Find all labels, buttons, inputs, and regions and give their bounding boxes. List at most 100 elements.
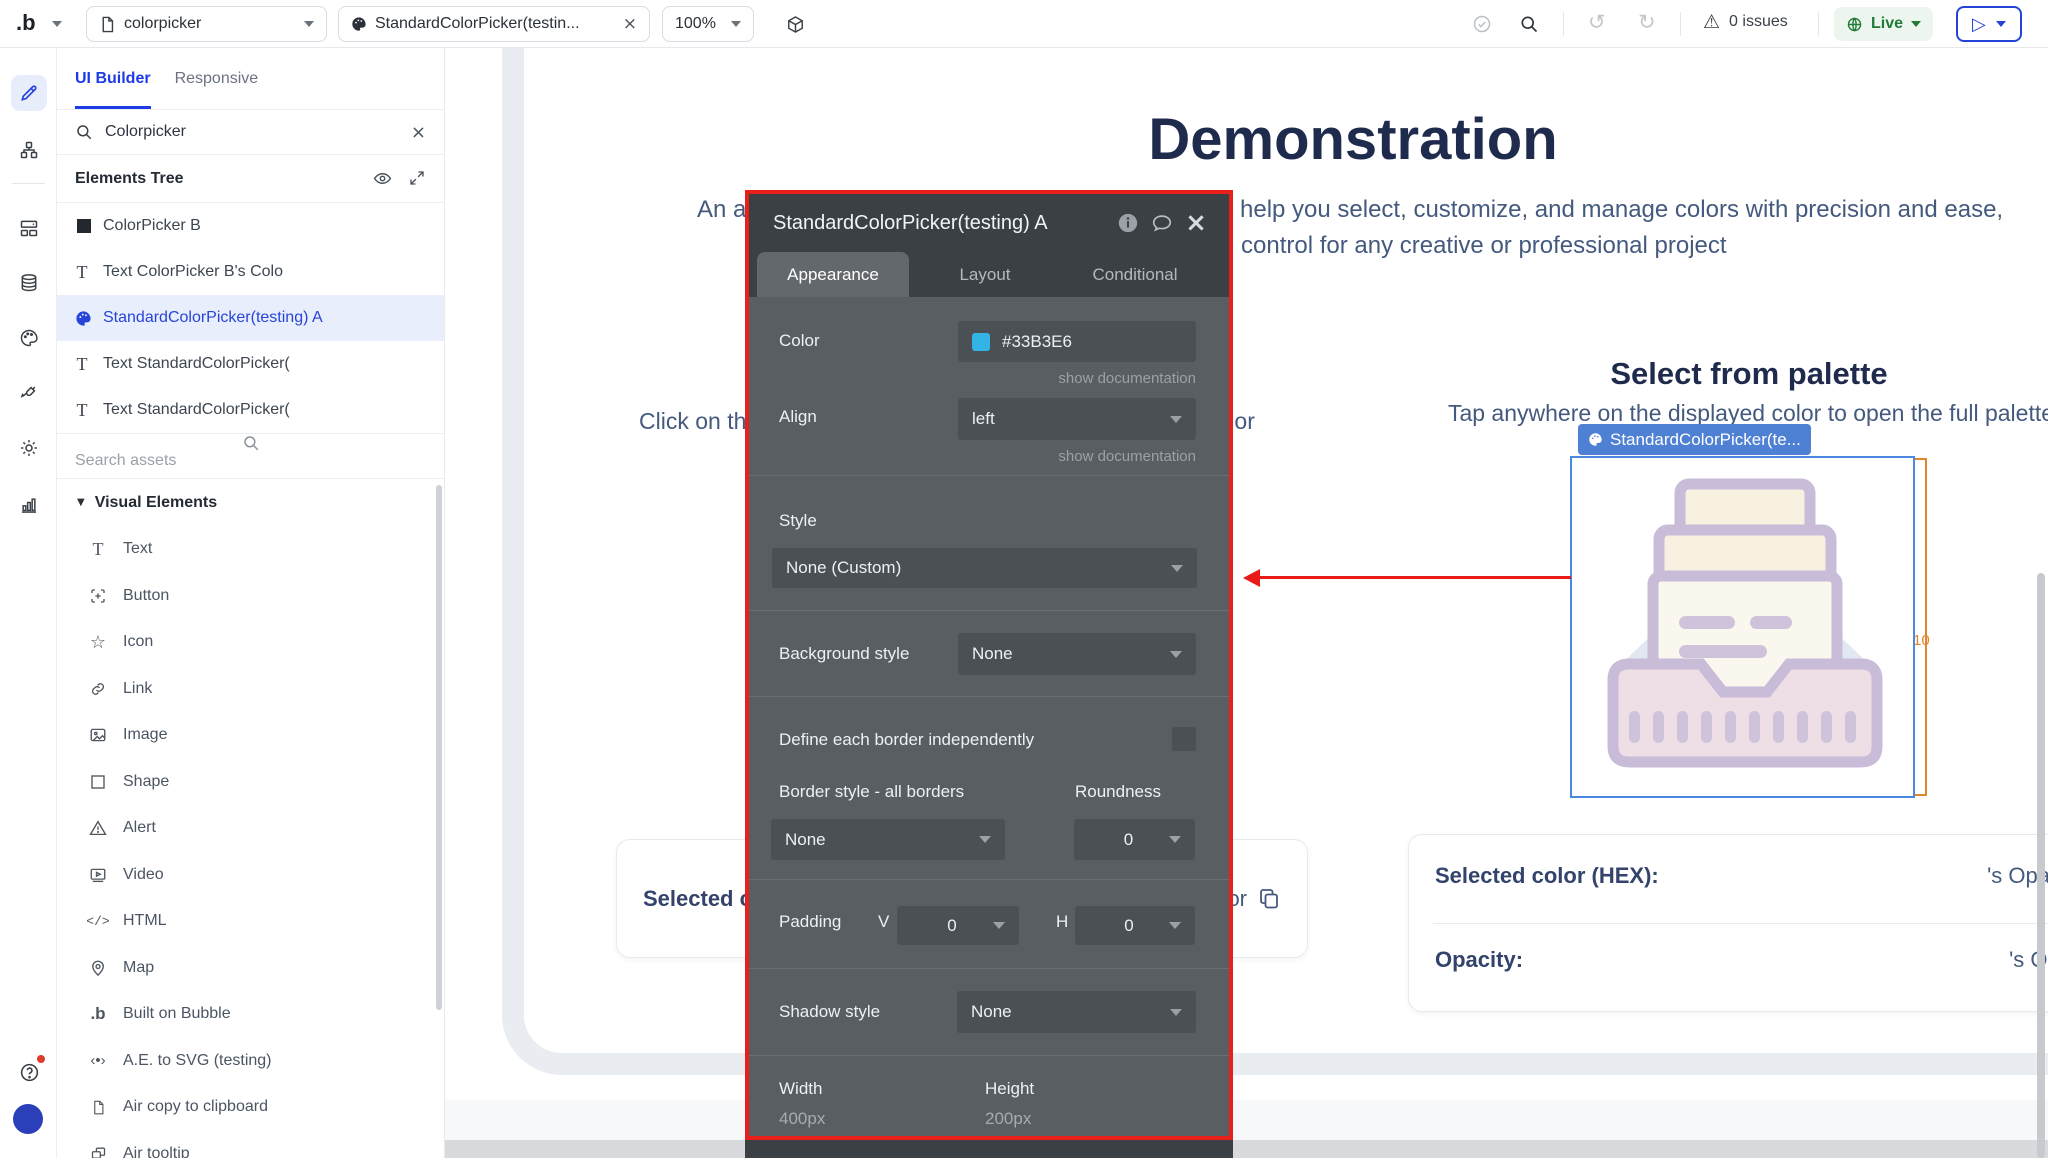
live-button[interactable]: Live (1834, 7, 1933, 41)
video-icon (87, 866, 109, 884)
palette-item-shape[interactable]: Shape (57, 759, 444, 806)
code-icon: </> (87, 914, 109, 929)
canvas-gutter (445, 1100, 2048, 1140)
settings-tab-icon[interactable] (11, 430, 47, 466)
help-icon[interactable] (11, 1054, 47, 1090)
tree-item[interactable]: T Text StandardColorPicker( (57, 341, 444, 387)
chevron-down-icon (1996, 21, 2006, 27)
annotation-arrow-head (1243, 569, 1260, 587)
divider (749, 475, 1229, 476)
play-icon: ▷ (1972, 14, 1986, 35)
copy-icon[interactable] (1257, 887, 1281, 911)
plugins-tab-icon[interactable] (11, 375, 47, 411)
component-cube-icon[interactable] (786, 15, 805, 34)
background-style-dropdown[interactable]: None (958, 633, 1196, 675)
button-icon (87, 587, 109, 605)
border-style-dropdown[interactable]: None (771, 819, 1005, 860)
info-icon[interactable] (1111, 206, 1145, 240)
selected-color-label-fragment: Selected c (643, 886, 752, 912)
canvas-scrollbar[interactable] (2037, 573, 2045, 1158)
map-pin-icon (87, 959, 109, 977)
redo-icon[interactable]: ↻ (1638, 10, 1656, 34)
element-search[interactable]: Colorpicker × (57, 110, 444, 155)
roundness-dropdown[interactable]: 0 (1074, 819, 1195, 860)
padding-h-dropdown[interactable]: 0 (1075, 906, 1195, 945)
shadow-style-dropdown[interactable]: None (957, 991, 1196, 1033)
show-documentation-link[interactable]: show documentation (958, 448, 1196, 465)
logo-chevron-icon[interactable] (52, 21, 62, 27)
style-dropdown[interactable]: None (Custom) (772, 548, 1197, 588)
padding-v-dropdown[interactable]: 0 (897, 906, 1019, 945)
assets-search[interactable]: Search assets (57, 433, 444, 479)
zoom-value: 100% (675, 15, 716, 33)
left-card-title-fragment: Click on th (639, 408, 746, 435)
tab-responsive[interactable]: Responsive (175, 48, 259, 109)
visual-elements-header[interactable]: ▼ Visual Elements (57, 479, 444, 526)
palette-item-ae-to-svg[interactable]: ‹•› A.E. to SVG (testing) (57, 1038, 444, 1085)
styles-tab-icon[interactable] (11, 320, 47, 356)
logs-tab-icon[interactable] (11, 487, 47, 523)
tab-conditional[interactable]: Conditional (1060, 252, 1210, 297)
comment-icon[interactable] (1145, 206, 1179, 240)
property-inspector[interactable]: StandardColorPicker(testing) A × Appeara… (745, 190, 1233, 1140)
globe-icon (1846, 16, 1863, 33)
close-icon[interactable]: × (1179, 206, 1213, 240)
palette-item-built-on-bubble[interactable]: .b Built on Bubble (57, 991, 444, 1038)
deploy-check-icon[interactable] (1472, 14, 1492, 34)
align-dropdown[interactable]: left (958, 398, 1196, 440)
palette-item-html[interactable]: </> HTML (57, 898, 444, 945)
workflow-tab-icon[interactable] (11, 132, 47, 168)
palette-item-image[interactable]: Image (57, 712, 444, 759)
tree-item-selected[interactable]: StandardColorPicker(testing) A (57, 295, 444, 341)
background-style-label: Background style (779, 644, 909, 664)
color-input[interactable]: #33B3E6 (958, 321, 1196, 362)
show-documentation-link[interactable]: show documentation (958, 370, 1196, 387)
tree-item[interactable]: T Text StandardColorPicker( (57, 387, 444, 433)
canvas-edge (445, 1140, 2048, 1158)
divider (1433, 923, 2048, 924)
preview-button[interactable]: ▷ (1956, 6, 2022, 42)
color-swatch[interactable] (972, 333, 990, 351)
inspector-header[interactable]: StandardColorPicker(testing) A × (749, 194, 1229, 252)
avatar[interactable] (13, 1104, 43, 1134)
palette-item-video[interactable]: Video (57, 852, 444, 899)
data-tab-icon[interactable] (11, 265, 47, 301)
design-tab-icon[interactable] (11, 75, 47, 111)
tree-item[interactable]: ColorPicker B (57, 203, 444, 249)
image-icon (87, 726, 109, 744)
divider (749, 968, 1229, 969)
page-tab[interactable]: StandardColorPicker(testin... × (338, 6, 650, 42)
bubble-logo[interactable]: .b (16, 10, 36, 36)
palette-item-air-tooltip[interactable]: Air tooltip (57, 1131, 444, 1158)
border-independent-checkbox[interactable] (1172, 727, 1196, 751)
palette-item-link[interactable]: Link (57, 666, 444, 713)
issues-indicator[interactable]: ⚠ 0 issues (1703, 11, 1788, 33)
divider (749, 879, 1229, 880)
palette-item-button[interactable]: Button (57, 573, 444, 620)
editor-canvas[interactable]: Demonstration An a help you select, cust… (445, 48, 2048, 1158)
panel-scrollbar[interactable] (436, 485, 442, 1010)
expand-tree-icon[interactable] (408, 169, 426, 188)
undo-icon[interactable]: ↺ (1588, 10, 1606, 34)
app-selector[interactable]: colorpicker (86, 6, 327, 42)
palette-item-text[interactable]: T Text (57, 526, 444, 573)
clear-search-icon[interactable]: × (411, 122, 426, 143)
opacity-row-label: Opacity: (1435, 947, 1523, 973)
divider (1563, 12, 1564, 36)
search-icon[interactable] (1519, 14, 1539, 34)
tab-ui-builder[interactable]: UI Builder (75, 48, 151, 109)
palette-item-icon[interactable]: ☆ Icon (57, 619, 444, 666)
element-badge[interactable]: StandardColorPicker(te... (1578, 424, 1811, 455)
tab-appearance[interactable]: Appearance (757, 252, 909, 297)
search-icon (75, 123, 93, 141)
palette-item-air-copy[interactable]: Air copy to clipboard (57, 1084, 444, 1131)
zoom-selector[interactable]: 100% (662, 6, 754, 42)
archive-illustration (1595, 468, 1895, 778)
tree-item[interactable]: T Text ColorPicker B's Colo (57, 249, 444, 295)
close-icon[interactable]: × (623, 14, 637, 34)
tab-layout[interactable]: Layout (925, 252, 1045, 297)
visibility-eye-icon[interactable] (373, 169, 392, 188)
palette-item-map[interactable]: Map (57, 945, 444, 992)
components-tab-icon[interactable] (11, 210, 47, 246)
palette-item-alert[interactable]: Alert (57, 805, 444, 852)
